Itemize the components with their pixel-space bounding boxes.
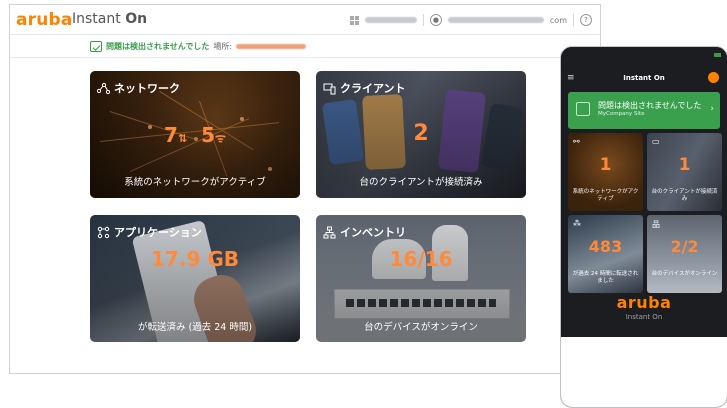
phone-inventory-value: 2/2: [670, 237, 699, 256]
phone-tile-applications[interactable]: ⁂ 483 が過去 24 時間に転送されました: [568, 215, 643, 293]
wifi-icon: ᯤ: [215, 131, 226, 145]
product-name-on: On: [125, 11, 148, 27]
inventory-tree-icon: 品: [652, 220, 660, 229]
network-counts: 7⇅ 5ᯤ: [90, 123, 300, 147]
phone-status-site: MyCompany Site: [598, 111, 645, 117]
wireless-network-count: 5: [201, 123, 216, 147]
top-bar: aruba Instant On ● com ?: [10, 5, 600, 35]
tile-header: アプリケーション: [97, 224, 202, 240]
tile-caption: が転送済み (過去 24 時間): [137, 322, 253, 333]
tile-applications[interactable]: アプリケーション 17.9 GB が転送済み (過去 24 時間): [90, 215, 300, 342]
tile-title: クライアント: [340, 82, 406, 95]
phone-status-message: 問題は検出されませんでした: [598, 101, 702, 110]
tile-title: ネットワーク: [114, 82, 180, 95]
clients-count: 2: [413, 121, 429, 146]
account-area: ● com ?: [349, 13, 592, 27]
tile-header: ネットワーク: [96, 80, 180, 96]
phone-bottom-area: [561, 337, 727, 407]
apps-icon: ⁂: [573, 219, 581, 228]
phone-clients-caption: 台のクライアントが接続済み: [651, 189, 718, 202]
product-name: Instant On: [72, 11, 147, 27]
chevron-right-icon: ›: [710, 104, 714, 114]
tile-title: アプリケーション: [114, 226, 202, 239]
phone-clients-value: 1: [678, 155, 691, 175]
battery-icon: [714, 53, 721, 57]
devices-icon: ▭: [652, 137, 660, 146]
wired-network-count: 7: [164, 123, 178, 147]
health-check-icon: [576, 102, 590, 116]
tile-caption: 系統のネットワークがアクティブ: [124, 177, 266, 188]
devices-online-value: 16/16: [389, 247, 453, 271]
status-bar: 問題は検出されませんでした 場所:: [10, 36, 600, 58]
phone-tile-inventory[interactable]: 品 2/2 台のデバイスがオンライン: [647, 215, 722, 293]
phone-apps-value: 483: [588, 237, 623, 256]
tile-inventory[interactable]: インベントリ 16/16 台のデバイスがオンライン: [316, 215, 526, 342]
site-label: 場所:: [213, 42, 233, 51]
phone-top-bar: ≡ Instant On: [561, 47, 727, 89]
phone-aruba-logo: aruba: [616, 293, 672, 312]
apps-icon: [97, 226, 110, 239]
health-check-icon: [90, 41, 102, 52]
phone-logo-subtitle: Instant On: [625, 313, 663, 321]
tile-caption: 台のクライアントが接続済み: [359, 177, 483, 188]
phone-tile-network[interactable]: ⚯ 1 系統のネットワークがアクティブ: [568, 133, 643, 211]
screenshot-stage: aruba Instant On ● com ? 問題は検出されませんでした 場…: [0, 0, 727, 408]
user-icon[interactable]: ●: [429, 14, 442, 26]
phone-network-value: 1: [599, 155, 612, 175]
tile-caption: 台のデバイスがオンライン: [364, 322, 478, 333]
divider: [573, 14, 574, 26]
product-name-instant: Instant: [72, 11, 121, 27]
inventory-tree-icon: [323, 226, 336, 239]
network-nodes-icon: ⚯: [573, 137, 580, 146]
divider: [422, 14, 424, 26]
desktop-app-window: aruba Instant On ● com ? 問題は検出されませんでした 場…: [9, 4, 601, 374]
data-transferred-value: 17.9 GB: [151, 247, 239, 271]
site-status[interactable]: 問題は検出されませんでした 場所:: [90, 41, 307, 52]
phone-status-banner[interactable]: 問題は検出されませんでした MyCompany Site ›: [568, 92, 720, 129]
site-name-blurred: [236, 44, 307, 49]
avatar[interactable]: [708, 72, 719, 83]
phone-network-caption: 系統のネットワークがアクティブ: [572, 189, 639, 202]
tile-header: インベントリ: [323, 224, 406, 240]
tile-clients[interactable]: クライアント 2 台のクライアントが接続済み: [316, 71, 526, 198]
wired-network-icon: ⇅: [177, 132, 188, 145]
aruba-logo[interactable]: aruba: [16, 10, 73, 30]
grid-icon[interactable]: [349, 15, 359, 25]
user-email-blurred: [447, 17, 544, 23]
tile-header: クライアント: [323, 80, 406, 96]
phone-apps-caption: が過去 24 時間に転送されました: [572, 271, 639, 284]
tile-title: インベントリ: [340, 226, 406, 239]
help-icon[interactable]: ?: [580, 14, 592, 26]
mobile-app-mockup: ≡ Instant On 問題は検出されませんでした MyCompany Sit…: [560, 46, 727, 408]
tile-network[interactable]: ネットワーク 7⇅ 5ᯤ 系統のネットワークがアクティブ: [90, 71, 300, 198]
phone-title: Instant On: [623, 74, 665, 82]
email-domain: com: [549, 15, 567, 25]
phone-inventory-caption: 台のデバイスがオンライン: [651, 271, 718, 277]
network-nodes-icon: [96, 82, 111, 95]
devices-icon: [323, 82, 336, 95]
account-name-blurred: [364, 17, 417, 23]
phone-tile-clients[interactable]: ▭ 1 台のクライアントが接続済み: [647, 133, 722, 211]
status-message: 問題は検出されませんでした: [106, 42, 210, 51]
